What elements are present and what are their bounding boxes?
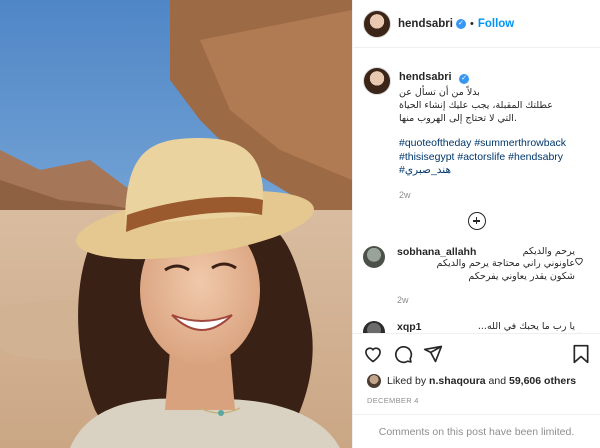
others-likes-link[interactable]: 59,606 others <box>509 375 576 387</box>
liker-avatar[interactable] <box>367 374 381 388</box>
caption-line: عطلتك المقبلة، يجب عليك إنشاء الحياة <box>399 100 553 111</box>
caption-author-avatar[interactable] <box>363 67 391 95</box>
like-heart-icon[interactable] <box>363 344 383 364</box>
caption-line: بدلاً من أن تسأل عن <box>399 87 480 98</box>
hashtag-link[interactable]: #thisisegypt <box>399 151 454 163</box>
caption-timestamp[interactable]: 2w <box>399 190 590 200</box>
verified-badge-icon: ✓ <box>459 74 470 84</box>
comment-timestamp[interactable]: 2w <box>397 295 575 305</box>
comment-line: عاونوني راني محتاجة يرحم والديكم <box>436 258 575 269</box>
hashtag-link[interactable]: #actorslife <box>457 151 505 163</box>
comments-scroll-area[interactable]: hendsabri ✓ بدلاً من أن تسأل عن عطلتك ال… <box>353 49 600 333</box>
comment-item: sobhana_allahh يرحم والديكم عاونوني راني… <box>363 245 590 305</box>
post-actions-area: Liked by n.shaqoura and 59,606 others DE… <box>353 333 600 448</box>
verified-badge-icon: ✓ <box>455 18 466 29</box>
author-username[interactable]: hendsabri <box>398 18 453 30</box>
post-header: hendsabri ✓ • Follow <box>353 0 600 48</box>
hashtag-link[interactable]: #quoteoftheday <box>399 137 471 149</box>
post-date[interactable]: DECEMBER 4 <box>353 396 600 405</box>
comment-bubble-icon[interactable] <box>393 344 413 364</box>
likes-summary: Liked by n.shaqoura and 59,606 others <box>353 374 600 388</box>
caption-username[interactable]: hendsabri <box>399 71 452 83</box>
first-liker-link[interactable]: n.shaqoura <box>429 375 486 387</box>
liked-by-prefix: Liked by <box>387 375 427 387</box>
likes-and: and <box>488 375 507 387</box>
commenter-avatar[interactable] <box>363 245 385 268</box>
comment-item: xqp1 ...يا رب ما يحبك في الله <box>363 321 590 333</box>
post-photo[interactable] <box>0 0 352 448</box>
share-paper-plane-icon[interactable] <box>423 344 443 364</box>
load-more-comments-icon[interactable] <box>467 211 486 230</box>
commenter-avatar[interactable] <box>363 321 385 333</box>
caption-text: بدلاً من أن تسأل عن عطلتك المقبلة، يجب ع… <box>399 86 590 125</box>
comment-like-heart-icon[interactable] <box>574 256 584 266</box>
comment-line: يرحم والديكم <box>522 245 575 257</box>
comment-line: شكون يقدر يعاوني يفرحكم <box>468 270 575 282</box>
post-container: hendsabri ✓ • Follow hendsabri ✓ بدلاً م… <box>0 0 600 448</box>
caption-hashtags: #quoteoftheday #summerthrowback #thisise… <box>399 137 590 178</box>
commenter-username[interactable]: xqp1 <box>397 321 422 333</box>
action-icons-bar <box>353 334 600 374</box>
follow-button[interactable]: Follow <box>478 18 514 30</box>
post-caption: hendsabri ✓ بدلاً من أن تسأل عن عطلتك ال… <box>363 67 590 200</box>
caption-line: .التي لا تحتاج إلى الهروب منها <box>399 113 517 124</box>
separator-dot: • <box>469 17 474 30</box>
hashtag-link[interactable]: #hendsabry <box>508 151 563 163</box>
comments-limited-notice: Comments on this post have been limited. <box>353 414 600 448</box>
hashtag-link[interactable]: #summerthrowback <box>474 137 566 149</box>
comment-line: ...يا رب ما يحبك في الله <box>477 321 575 332</box>
selfie-image <box>0 0 352 448</box>
post-side-panel: hendsabri ✓ • Follow hendsabri ✓ بدلاً م… <box>352 0 600 448</box>
save-bookmark-icon[interactable] <box>572 344 590 364</box>
hashtag-link[interactable]: #هند_صبري <box>399 164 451 176</box>
author-avatar[interactable] <box>363 9 391 38</box>
commenter-username[interactable]: sobhana_allahh <box>397 246 476 259</box>
